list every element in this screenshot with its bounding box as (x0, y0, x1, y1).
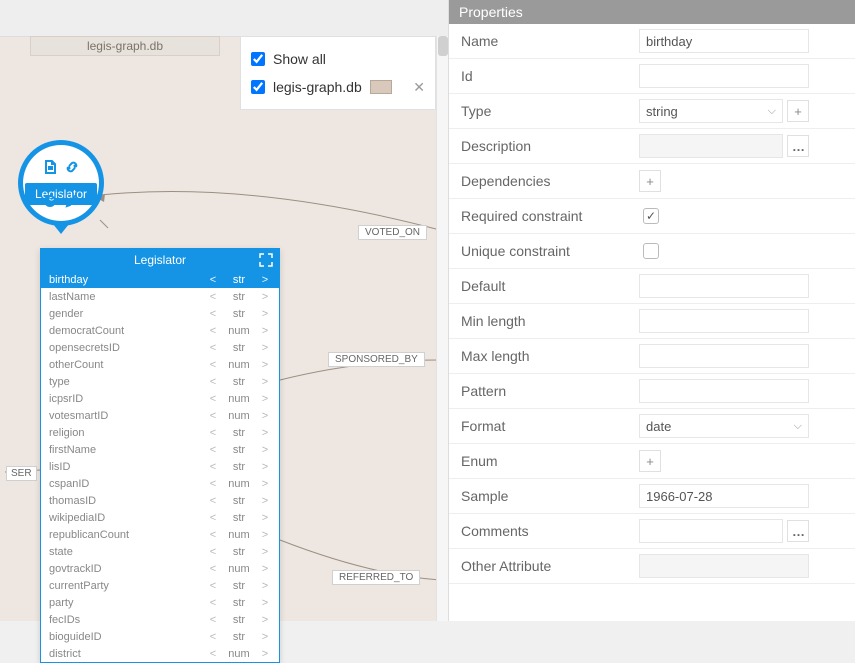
canvas-scrollbar[interactable] (436, 36, 448, 621)
properties-panel: Properties Name Id Type string⌵ + Descri… (448, 0, 855, 621)
maxlength-input[interactable] (639, 344, 809, 368)
label-sample: Sample (449, 488, 639, 504)
comments-more-button[interactable]: … (787, 520, 809, 542)
label-comments: Comments (449, 523, 639, 539)
label-unique: Unique constraint (449, 243, 639, 259)
chevron-down-icon: ⌵ (794, 420, 802, 433)
label-pattern: Pattern (449, 383, 639, 399)
label-maxlength: Max length (449, 348, 639, 364)
attr-row-type[interactable]: type<str> (41, 373, 279, 390)
required-checkbox[interactable] (643, 208, 659, 224)
attr-row-gender[interactable]: gender<str> (41, 305, 279, 322)
label-default: Default (449, 278, 639, 294)
label-type: Type (449, 103, 639, 119)
label-minlength: Min length (449, 313, 639, 329)
description-input[interactable] (639, 134, 783, 158)
other-attribute-input[interactable] (639, 554, 809, 578)
sample-input[interactable] (639, 484, 809, 508)
attr-row-religion[interactable]: religion<str> (41, 424, 279, 441)
comments-input[interactable] (639, 519, 783, 543)
format-select[interactable]: date⌵ (639, 414, 809, 438)
label-id: Id (449, 68, 639, 84)
link-icon (64, 159, 80, 175)
properties-header: Properties (449, 0, 855, 24)
description-more-button[interactable]: … (787, 135, 809, 157)
label-other: Other Attribute (449, 558, 639, 574)
canvas-area: legis-graph.db Show all legis-graph.db ✕… (0, 0, 448, 621)
attr-row-fecIDs[interactable]: fecIDs<str> (41, 611, 279, 628)
attr-row-thomasID[interactable]: thomasID<str> (41, 492, 279, 509)
edge-label-ser: SER (6, 466, 37, 481)
attr-row-cspanID[interactable]: cspanID<num> (41, 475, 279, 492)
default-input[interactable] (639, 274, 809, 298)
edge-label-referred-to: REFERRED_TO (332, 570, 420, 585)
pencil-icon (64, 193, 80, 209)
attribute-table-header[interactable]: Legislator (41, 249, 279, 271)
attr-row-icpsrID[interactable]: icpsrID<num> (41, 390, 279, 407)
add-type-button[interactable]: + (787, 100, 809, 122)
attr-row-votesmartID[interactable]: votesmartID<num> (41, 407, 279, 424)
id-input[interactable] (639, 64, 809, 88)
attr-row-lastName[interactable]: lastName<str> (41, 288, 279, 305)
chevron-down-icon: ⌵ (768, 105, 776, 118)
label-dependencies: Dependencies (449, 173, 639, 189)
attr-row-democratCount[interactable]: democratCount<num> (41, 322, 279, 339)
scrollbar-thumb[interactable] (438, 36, 448, 56)
label-required: Required constraint (449, 208, 639, 224)
attr-row-birthday[interactable]: birthday<str> (41, 271, 279, 288)
label-name: Name (449, 33, 639, 49)
add-dependency-button[interactable]: + (639, 170, 661, 192)
unique-checkbox[interactable] (643, 243, 659, 259)
attribute-table: Legislator birthday<str>lastName<str>gen… (40, 248, 280, 663)
attr-row-govtrackID[interactable]: govtrackID<num> (41, 560, 279, 577)
attr-row-lisID[interactable]: lisID<str> (41, 458, 279, 475)
attr-row-currentParty[interactable]: currentParty<str> (41, 577, 279, 594)
label-enum: Enum (449, 453, 639, 469)
attr-row-state[interactable]: state<str> (41, 543, 279, 560)
edge-label-sponsored-by: SPONSORED_BY (328, 352, 425, 367)
attr-row-bioguideID[interactable]: bioguideID<str> (41, 628, 279, 645)
label-description: Description (449, 138, 639, 154)
type-select[interactable]: string⌵ (639, 99, 783, 123)
document-icon (42, 159, 58, 175)
attr-row-republicanCount[interactable]: republicanCount<num> (41, 526, 279, 543)
minlength-input[interactable] (639, 309, 809, 333)
name-input[interactable] (639, 29, 809, 53)
attr-row-opensecretsID[interactable]: opensecretsID<str> (41, 339, 279, 356)
node-legislator[interactable]: Legislator (18, 140, 104, 226)
add-enum-button[interactable]: + (639, 450, 661, 472)
pattern-input[interactable] (639, 379, 809, 403)
label-format: Format (449, 418, 639, 434)
expand-icon[interactable] (259, 252, 273, 266)
attr-row-otherCount[interactable]: otherCount<num> (41, 356, 279, 373)
edge-label-voted-on: VOTED_ON (358, 225, 427, 240)
attr-row-party[interactable]: party<str> (41, 594, 279, 611)
circle-icon (42, 193, 58, 209)
attr-row-wikipediaID[interactable]: wikipediaID<str> (41, 509, 279, 526)
attr-row-district[interactable]: district<num> (41, 645, 279, 662)
attr-row-firstName[interactable]: firstName<str> (41, 441, 279, 458)
